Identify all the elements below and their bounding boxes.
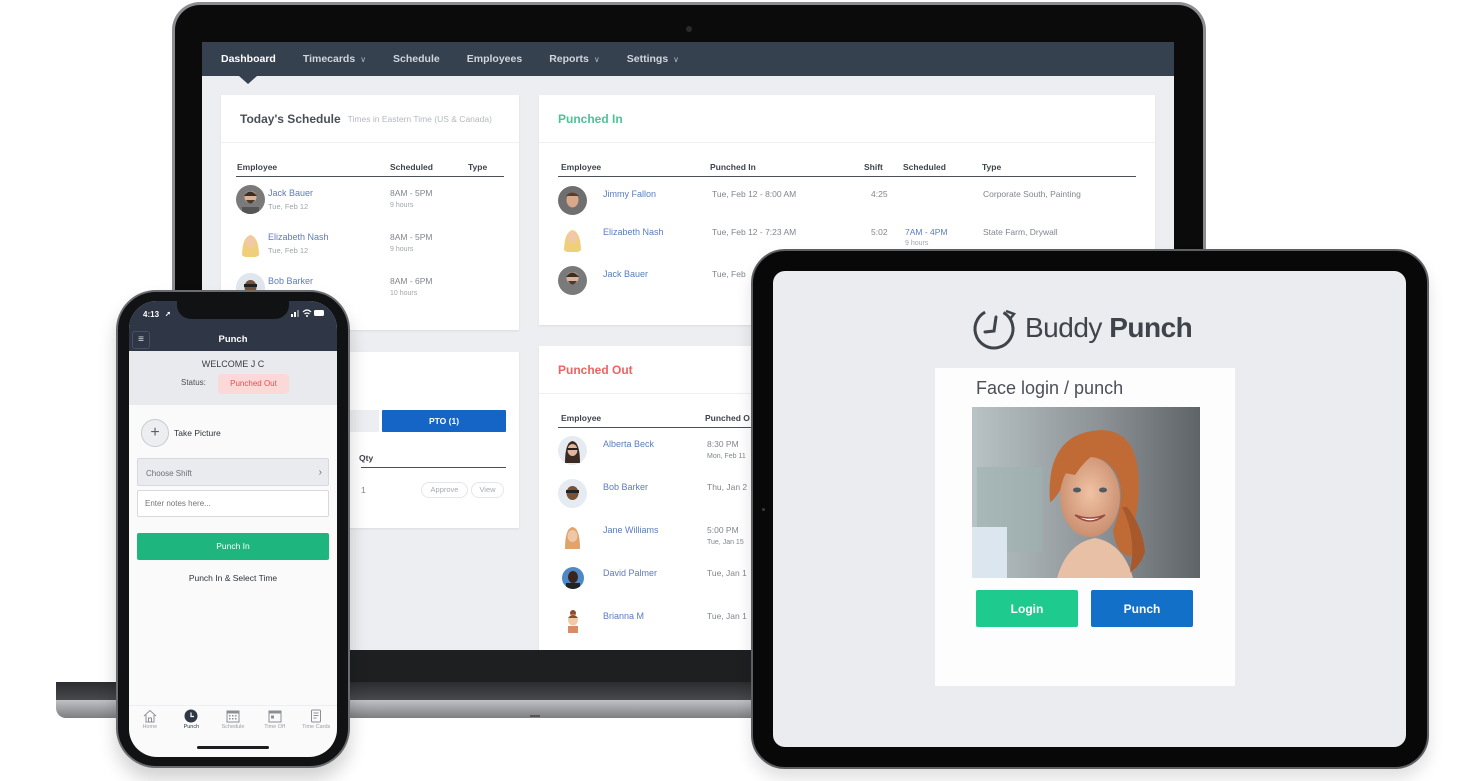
welcome-text: WELCOME J C	[201, 359, 265, 369]
table-row: Jack Bauer Tue, Feb 12 8AM - 5PM 9 hours	[236, 181, 504, 224]
tab-time-cards[interactable]: Time Cards	[296, 706, 336, 735]
avatar	[563, 609, 583, 633]
status-badge: Punched Out	[218, 374, 289, 394]
phone-title: Punch	[218, 334, 248, 345]
chevron-right-icon: ›	[318, 467, 322, 478]
buddy-punch-logo: Buddy Punch	[972, 305, 1193, 351]
table-header: Employee Scheduled Type	[236, 157, 504, 177]
chevron-down-icon: ∨	[673, 54, 680, 64]
calendar-grid-icon	[226, 710, 240, 723]
avatar	[236, 185, 265, 214]
table-header: Employee Punched In Shift Scheduled Type	[558, 157, 1136, 177]
location-arrow-icon: ➚	[165, 311, 171, 318]
card-title: Punched In	[558, 111, 623, 126]
phone-screen: 4:13 ➚ ≡ Punch WELCOME J C Status: Punch…	[129, 301, 337, 757]
calendar-icon	[268, 710, 282, 723]
avatar	[558, 436, 587, 465]
face-login-title: Face login / punch	[976, 378, 1124, 398]
approve-button[interactable]: Approve	[421, 482, 468, 498]
tablet-screen: Buddy Punch Face login / punch Login Pun…	[773, 271, 1406, 747]
tab-time-off[interactable]: Time Off	[255, 706, 295, 735]
tab-schedule[interactable]: Schedule	[213, 706, 253, 735]
card-title: Punched Out	[558, 362, 633, 377]
chevron-down-icon: ∨	[360, 54, 367, 64]
phone-notch	[177, 301, 289, 319]
avatar	[558, 522, 587, 551]
take-picture-label[interactable]: Take Picture	[174, 428, 221, 438]
nav-timecards[interactable]: Timecards ∨	[303, 53, 366, 65]
avatar	[562, 567, 584, 589]
laptop-notch	[530, 715, 540, 717]
camera-preview-photo	[972, 407, 1200, 578]
face-login-card: Face login / punch Login Punch	[935, 368, 1235, 686]
avatar	[558, 186, 587, 215]
nav-dashboard[interactable]: Dashboard	[221, 53, 276, 65]
tab-home[interactable]: Home	[130, 706, 170, 735]
choose-shift-select[interactable]: Choose Shift ›	[137, 458, 329, 486]
card-title: Today's Schedule	[240, 111, 341, 126]
table-row: Elizabeth Nash Tue, Feb 12 8AM - 5PM 9 h…	[236, 225, 504, 268]
tab-pto[interactable]: PTO (1)	[382, 410, 506, 432]
table-header: Qty	[359, 448, 506, 468]
avatar	[236, 229, 265, 258]
clock-arrow-logo-icon	[973, 308, 1017, 350]
active-nav-pointer	[239, 76, 257, 84]
laptop-camera	[686, 26, 692, 32]
phone-app-bar: ≡ Punch	[129, 329, 337, 351]
top-nav: Dashboard Timecards ∨ Schedule Employees …	[202, 42, 1174, 76]
status-label: Status:	[181, 378, 206, 387]
take-picture-button[interactable]: +	[141, 419, 169, 447]
phone-tab-bar: Home Punch Schedule Time Off Time Cards	[129, 705, 337, 735]
nav-employees[interactable]: Employees	[467, 53, 522, 65]
punch-button[interactable]: Punch	[1091, 590, 1193, 627]
home-indicator	[197, 746, 269, 749]
login-button[interactable]: Login	[976, 590, 1078, 627]
signal-wifi-battery-icon	[291, 309, 325, 319]
nav-reports[interactable]: Reports ∨	[549, 53, 600, 65]
tab-other[interactable]	[349, 410, 379, 432]
device-mockup-stage: Dashboard Timecards ∨ Schedule Employees …	[0, 0, 1480, 781]
notes-input[interactable]	[137, 490, 329, 517]
punch-in-button[interactable]: Punch In	[137, 533, 329, 560]
nav-settings[interactable]: Settings ∨	[627, 53, 679, 65]
chevron-down-icon: ∨	[593, 54, 600, 64]
home-icon	[143, 709, 157, 723]
document-icon	[311, 709, 322, 723]
card-subtitle: Times in Eastern Time (US & Canada)	[347, 113, 492, 124]
clock-icon	[184, 709, 198, 723]
nav-schedule[interactable]: Schedule	[393, 53, 440, 65]
view-button[interactable]: View	[471, 482, 504, 498]
tab-punch[interactable]: Punch	[171, 706, 211, 735]
avatar	[558, 479, 587, 508]
avatar	[558, 224, 587, 253]
table-row: Jimmy Fallon Tue, Feb 12 - 8:00 AM 4:25 …	[558, 182, 1140, 225]
plus-icon: +	[150, 424, 160, 441]
tablet-camera	[762, 508, 765, 511]
avatar	[558, 266, 587, 295]
punch-in-select-time-link[interactable]: Punch In & Select Time	[129, 573, 337, 583]
welcome-panel: WELCOME J C Status: Punched Out	[129, 351, 337, 405]
